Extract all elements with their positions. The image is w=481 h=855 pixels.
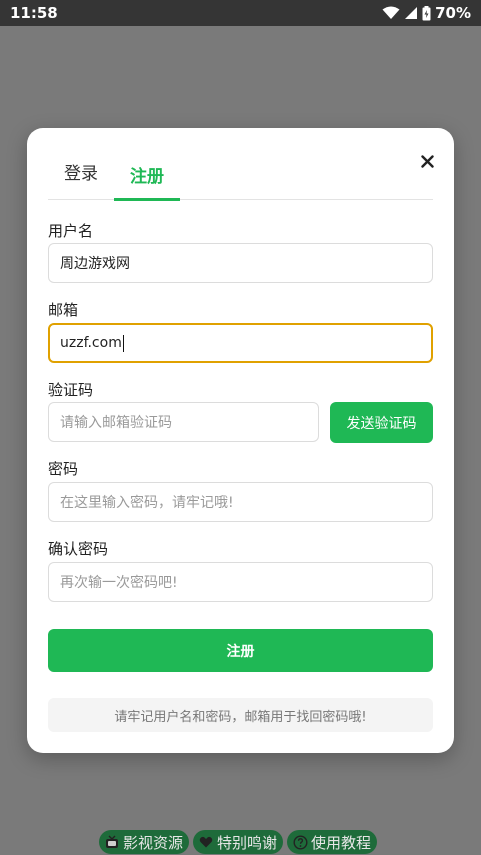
auth-tabs: 登录 注册 xyxy=(48,154,433,201)
nav-video-resources[interactable]: 影视资源 xyxy=(99,830,190,854)
code-placeholder: 请输入邮箱验证码 xyxy=(60,415,172,431)
battery-level: 70% xyxy=(435,4,471,22)
tab-register[interactable]: 注册 xyxy=(114,154,180,201)
email-field[interactable]: uzzf.com xyxy=(48,323,433,363)
nav-label: 特别鸣谢 xyxy=(217,833,278,852)
signal-icon xyxy=(405,7,418,19)
email-label: 邮箱 xyxy=(48,301,79,319)
password-label: 密码 xyxy=(48,460,79,478)
nav-special-thanks[interactable]: 特别鸣谢 xyxy=(193,830,284,854)
register-dialog: 登录 注册 用户名 周边游戏网 邮箱 uzzf.com 验证码 请输入邮箱验证码… xyxy=(27,128,454,753)
password-field[interactable]: 在这里输入密码，请牢记哦! xyxy=(48,482,433,522)
password-placeholder: 在这里输入密码，请牢记哦! xyxy=(60,495,234,511)
bottom-nav: 影视资源 特别鸣谢 使用教程 xyxy=(99,830,378,854)
username-value: 周边游戏网 xyxy=(60,256,130,272)
nav-label: 使用教程 xyxy=(311,833,372,852)
confirm-password-label: 确认密码 xyxy=(48,540,109,558)
nav-label: 影视资源 xyxy=(123,833,184,852)
confirm-password-placeholder: 再次输一次密码吧! xyxy=(60,575,178,591)
username-label: 用户名 xyxy=(48,222,94,240)
text-caret xyxy=(122,334,124,352)
confirm-password-field[interactable]: 再次输一次密码吧! xyxy=(48,562,433,602)
heart-icon xyxy=(198,834,214,850)
register-button[interactable]: 注册 xyxy=(48,629,433,672)
code-label: 验证码 xyxy=(48,381,94,399)
username-field[interactable]: 周边游戏网 xyxy=(48,243,433,283)
hint-text: 请牢记用户名和密码，邮箱用于找回密码哦! xyxy=(48,698,433,732)
tv-icon xyxy=(104,834,120,850)
close-icon xyxy=(420,154,434,168)
verification-code-field[interactable]: 请输入邮箱验证码 xyxy=(48,402,319,442)
help-icon xyxy=(292,834,308,850)
wifi-icon xyxy=(382,6,400,19)
status-bar: 11:58 70% xyxy=(0,0,481,26)
send-code-button[interactable]: 发送验证码 xyxy=(330,402,433,443)
close-button[interactable] xyxy=(416,150,438,172)
nav-tutorial[interactable]: 使用教程 xyxy=(287,830,378,854)
battery-icon xyxy=(422,5,431,20)
email-value: uzzf.com xyxy=(60,335,122,351)
tab-login[interactable]: 登录 xyxy=(48,154,114,199)
status-icons: 70% xyxy=(382,4,471,22)
status-time: 11:58 xyxy=(10,4,58,22)
